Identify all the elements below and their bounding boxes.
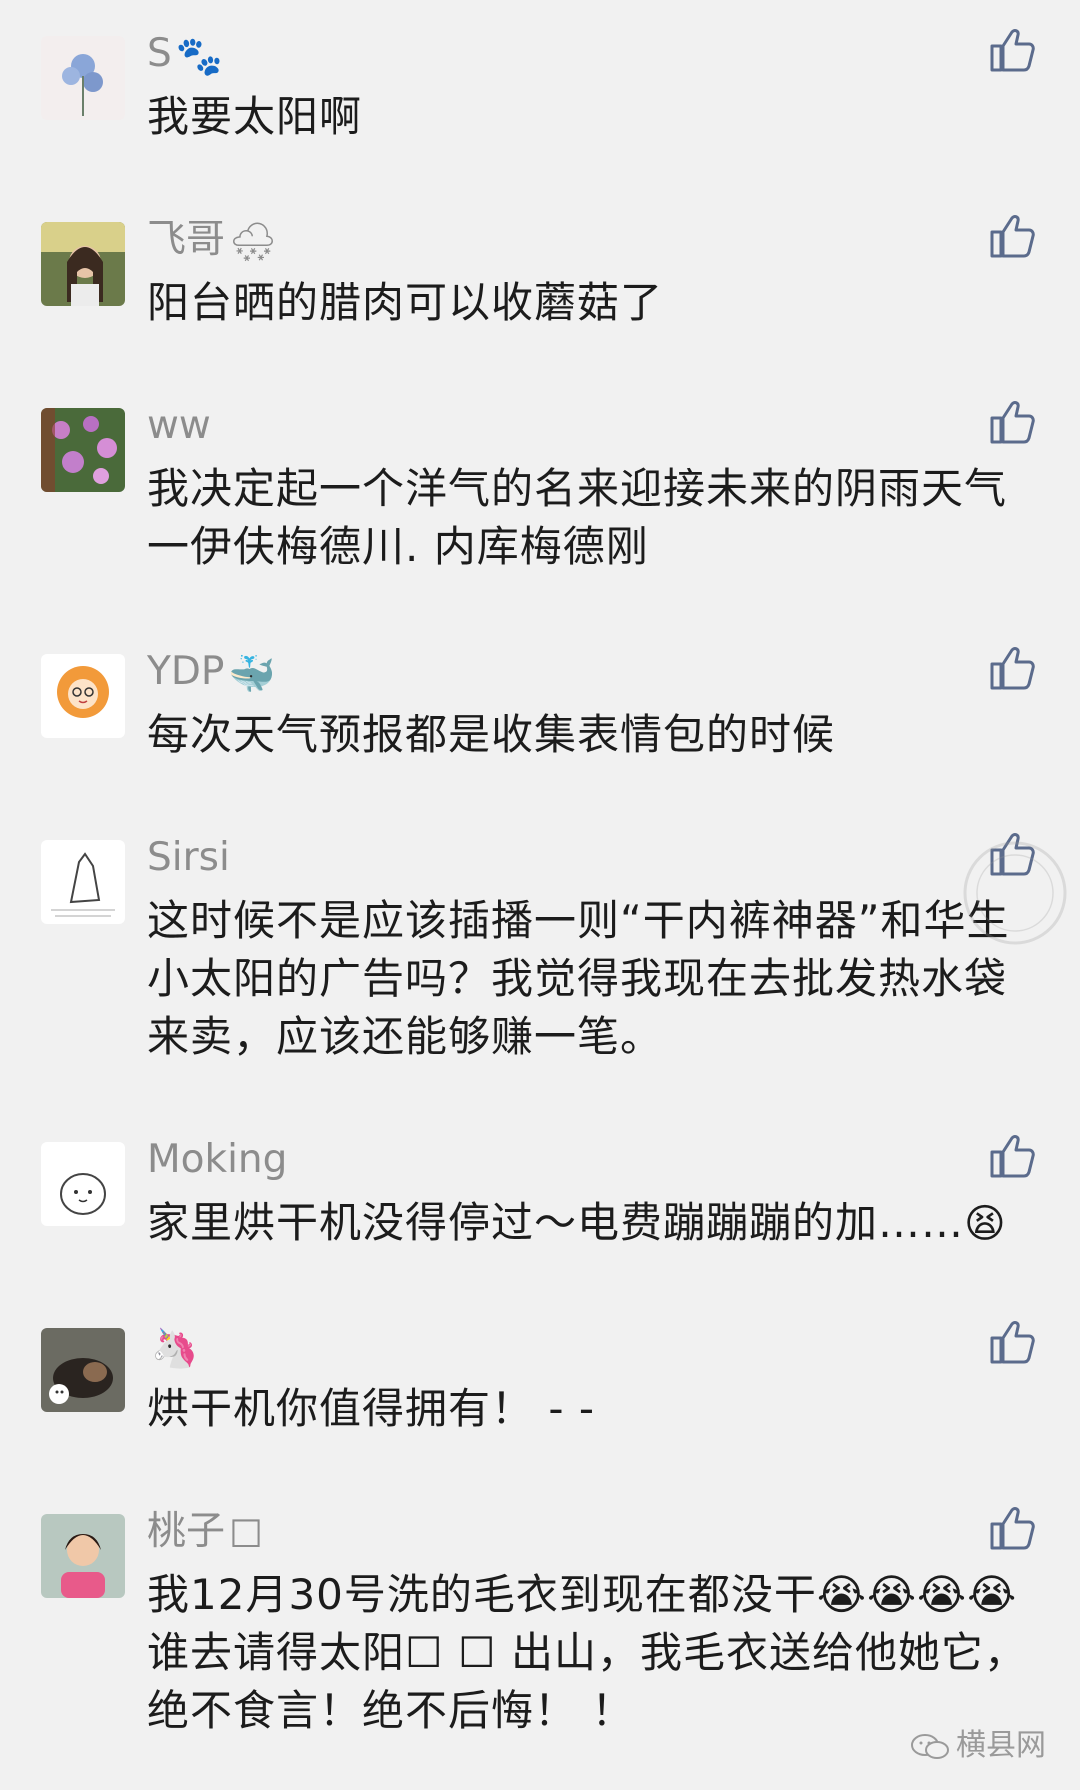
thumbs-up-icon[interactable] bbox=[988, 644, 1036, 692]
comment-text: 家里烘干机没得停过～电费蹦蹦蹦的加……😫 bbox=[147, 1198, 1007, 1247]
comment-nickname[interactable]: 桃子 ☐ bbox=[147, 1510, 263, 1556]
thumbs-up-icon[interactable] bbox=[988, 1132, 1036, 1180]
whale-emoji: 🐳 bbox=[228, 651, 276, 696]
watermark-seal bbox=[963, 841, 1067, 945]
footer-watermark: 横县网 bbox=[910, 1720, 1046, 1764]
thumbs-up-icon[interactable] bbox=[988, 212, 1036, 260]
comment-text: 我决定起一个洋气的名来迎接未来的阴雨天气一伊伕梅德川. 内库梅德刚 bbox=[147, 464, 1008, 571]
thumbs-up-icon[interactable] bbox=[988, 26, 1036, 74]
thumbs-up-icon[interactable] bbox=[988, 1318, 1036, 1366]
footer-brand: 横县网 bbox=[956, 1728, 1046, 1763]
comment-nickname[interactable]: S 🐾 bbox=[147, 32, 223, 78]
avatar[interactable] bbox=[41, 408, 125, 492]
comment-nickname[interactable]: Moking bbox=[147, 1138, 287, 1182]
avatar[interactable] bbox=[41, 1142, 125, 1226]
avatar[interactable] bbox=[41, 222, 125, 306]
comment-nickname[interactable]: 🦄 bbox=[147, 1324, 198, 1370]
paw-emoji: 🐾 bbox=[175, 33, 224, 78]
unicorn-emoji: 🦄 bbox=[151, 1325, 199, 1370]
thumbs-up-icon[interactable] bbox=[988, 1504, 1036, 1552]
comment-nickname[interactable]: ww bbox=[147, 404, 211, 448]
comment-text: 阳台晒的腊肉可以收蘑菇了 bbox=[147, 278, 664, 327]
avatar[interactable] bbox=[41, 36, 125, 120]
snow-cloud-emoji: 🌨 bbox=[229, 219, 278, 264]
comment-text: 烘干机你值得拥有！ - - bbox=[147, 1384, 596, 1433]
avatar[interactable] bbox=[41, 1514, 125, 1598]
thumbs-up-icon[interactable] bbox=[988, 398, 1036, 446]
wechat-icon bbox=[911, 1733, 949, 1759]
tired-face-emoji: 😫 bbox=[964, 1201, 1007, 1247]
comment-nickname[interactable]: 飞哥 🌨 bbox=[147, 218, 277, 264]
placeholder-glyph: ☐ bbox=[229, 1511, 264, 1556]
comment-text: 我要太阳啊 bbox=[147, 92, 363, 141]
avatar[interactable] bbox=[41, 840, 125, 924]
avatar[interactable] bbox=[41, 654, 125, 738]
comment-text: 每次天气预报都是收集表情包的时候 bbox=[147, 710, 836, 759]
comment-text: 我12月30号洗的毛衣到现在都没干😭😭😭😭谁去请得太阳☐ ☐ 出山，我毛衣送给他… bbox=[147, 1570, 1028, 1735]
comment-text: 这时候不是应该插播一则“干内裤神器”和华生小太阳的广告吗？我觉得我现在去批发热水… bbox=[147, 896, 1010, 1061]
avatar[interactable] bbox=[41, 1328, 125, 1412]
comment-nickname[interactable]: YDP 🐳 bbox=[147, 650, 276, 696]
comment-nickname[interactable]: Sirsi bbox=[147, 836, 230, 880]
